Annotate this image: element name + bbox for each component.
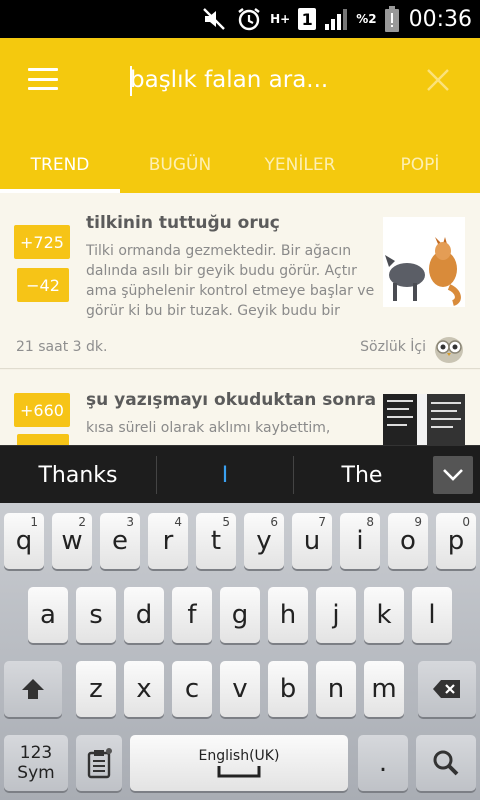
search-icon — [433, 750, 459, 776]
battery-icon — [384, 6, 399, 32]
suggestion-center[interactable]: I — [157, 446, 293, 504]
key-i[interactable]: 8i — [340, 513, 380, 569]
backspace-key[interactable] — [418, 661, 476, 717]
list-item[interactable]: +660 şu yazışmayı okuduktan sonra kısa s… — [0, 370, 480, 445]
key-n[interactable]: n — [316, 661, 356, 717]
soft-keyboard: 1q 2w 3e 4r 5t 6y 7u 8i 9o 0p a s d f g … — [0, 503, 480, 800]
sim-slot-indicator: 1 — [298, 8, 317, 30]
entry-source: Sözlük İçi — [360, 339, 426, 355]
key-v[interactable]: v — [220, 661, 260, 717]
key-u[interactable]: 7u — [292, 513, 332, 569]
tab-bugun[interactable]: BUGÜN — [120, 136, 240, 193]
key-s[interactable]: s — [76, 587, 116, 643]
list-item[interactable]: +725 −42 tilkinin tuttuğu oruç Tilki orm… — [0, 193, 480, 369]
clock: 00:36 — [408, 6, 472, 32]
space-key[interactable]: English(UK) — [130, 735, 348, 791]
key-e[interactable]: 3e — [100, 513, 140, 569]
entry-time: 21 saat 3 dk. — [16, 339, 108, 355]
key-c[interactable]: c — [172, 661, 212, 717]
text-cursor — [130, 66, 132, 96]
entry-thumbnail[interactable] — [383, 394, 465, 445]
battery-percent: %2 — [356, 12, 377, 26]
tab-bar: TREND BUGÜN YENİLER POPİ — [0, 136, 480, 193]
key-l[interactable]: l — [412, 587, 452, 643]
close-icon[interactable] — [424, 66, 452, 94]
key-d[interactable]: d — [124, 587, 164, 643]
upvote-button[interactable]: +660 — [14, 393, 70, 427]
key-j[interactable]: j — [316, 587, 356, 643]
key-z[interactable]: z — [76, 661, 116, 717]
key-q[interactable]: 1q — [4, 513, 44, 569]
key-f[interactable]: f — [172, 587, 212, 643]
mute-icon — [202, 7, 228, 31]
entry-title[interactable]: tilkinin tuttuğu oruç — [86, 213, 280, 233]
key-w[interactable]: 2w — [52, 513, 92, 569]
entry-list: +725 −42 tilkinin tuttuğu oruç Tilki orm… — [0, 193, 480, 445]
tab-popi[interactable]: POPİ — [360, 136, 480, 193]
suggestion-right[interactable]: The — [294, 446, 430, 504]
signal-icon — [324, 7, 348, 31]
key-t[interactable]: 5t — [196, 513, 236, 569]
key-p[interactable]: 0p — [436, 513, 476, 569]
key-r[interactable]: 4r — [148, 513, 188, 569]
clipboard-icon — [87, 748, 112, 779]
space-icon — [217, 766, 261, 778]
tab-trend[interactable]: TREND — [0, 136, 120, 193]
chevron-down-icon[interactable] — [433, 456, 473, 494]
entry-excerpt: kısa süreli olarak aklımı kaybettim, — [86, 420, 331, 436]
upvote-button[interactable]: +725 — [14, 225, 70, 259]
clipboard-key[interactable] — [76, 735, 122, 791]
status-bar: H+ 1 %2 00:36 — [0, 0, 480, 38]
key-k[interactable]: k — [364, 587, 404, 643]
key-g[interactable]: g — [220, 587, 260, 643]
search-input[interactable] — [130, 60, 390, 100]
key-m[interactable]: m — [364, 661, 404, 717]
status-icons: H+ 1 %2 00:36 — [202, 0, 472, 38]
period-key[interactable]: . — [358, 735, 408, 791]
alarm-icon — [236, 7, 262, 31]
entry-title[interactable]: şu yazışmayı okuduktan sonra — [86, 390, 376, 410]
downvote-button[interactable] — [17, 434, 69, 445]
key-a[interactable]: a — [28, 587, 68, 643]
key-x[interactable]: x — [124, 661, 164, 717]
key-b[interactable]: b — [268, 661, 308, 717]
suggestion-left[interactable]: Thanks — [0, 446, 156, 504]
tab-yeniler[interactable]: YENİLER — [240, 136, 360, 193]
network-type: H+ — [270, 12, 291, 26]
shift-icon — [22, 679, 44, 699]
entry-thumbnail[interactable] — [383, 217, 465, 307]
owl-icon — [432, 331, 466, 365]
backspace-icon — [433, 680, 460, 698]
downvote-button[interactable]: −42 — [17, 268, 69, 302]
suggestion-bar: Thanks I The — [0, 445, 480, 503]
shift-key[interactable] — [4, 661, 62, 717]
key-h[interactable]: h — [268, 587, 308, 643]
space-language-label: English(UK) — [198, 748, 280, 764]
search-key[interactable] — [416, 735, 476, 791]
app-header: TREND BUGÜN YENİLER POPİ — [0, 38, 480, 193]
symbols-key[interactable]: 123 Sym — [4, 735, 68, 791]
entry-excerpt: Tilki ormanda gezmektedir. Bir ağacın da… — [86, 243, 375, 319]
menu-icon[interactable] — [28, 68, 58, 90]
key-y[interactable]: 6y — [244, 513, 284, 569]
key-o[interactable]: 9o — [388, 513, 428, 569]
